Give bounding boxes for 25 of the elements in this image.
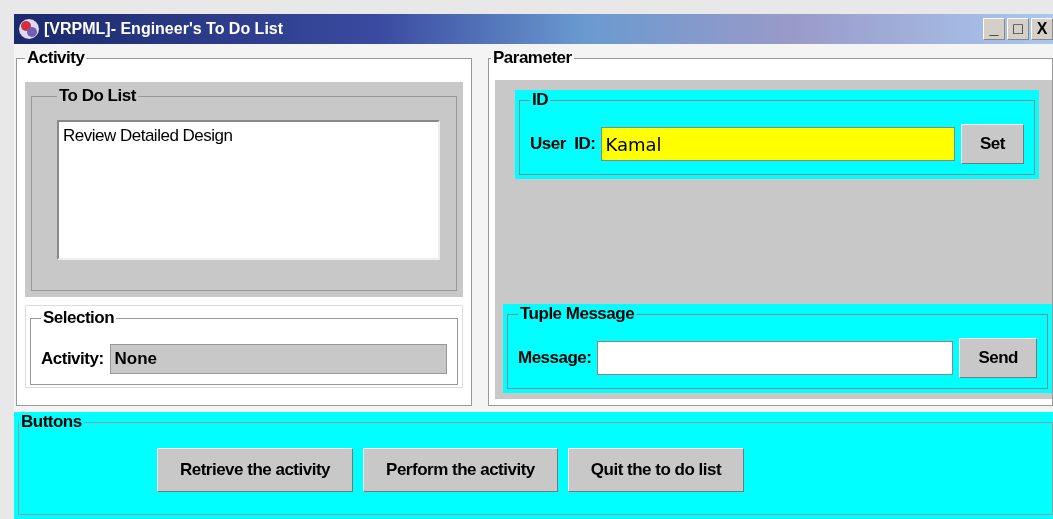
send-button[interactable]: Send xyxy=(959,338,1037,378)
action-button[interactable]: Perform the activity xyxy=(363,448,558,492)
panel-title: Selection xyxy=(42,308,116,328)
field-label: User ID: xyxy=(530,134,596,154)
action-button[interactable]: Quit the to do list xyxy=(567,448,745,492)
list-item[interactable]: Review Detailed Design xyxy=(63,126,434,146)
app-icon xyxy=(18,18,40,40)
action-button[interactable]: Retrieve the activity xyxy=(156,448,354,492)
minimize-button[interactable]: _ xyxy=(983,18,1005,40)
window-title: [VRPML]- Engineer's To Do List xyxy=(44,20,284,38)
panel-title: Activity xyxy=(26,48,86,68)
user-id-field[interactable]: Kamal xyxy=(601,127,956,161)
message-field[interactable] xyxy=(597,341,954,375)
panel-title: Parameter xyxy=(492,48,573,68)
field-label: Activity: xyxy=(41,349,104,369)
todo-list[interactable]: Review Detailed Design xyxy=(57,120,440,260)
set-button[interactable]: Set xyxy=(961,124,1024,164)
panel-title: ID xyxy=(531,90,549,110)
activity-field: None xyxy=(109,344,447,374)
maximize-button[interactable]: □ xyxy=(1007,18,1029,40)
close-button[interactable]: X xyxy=(1031,18,1053,40)
panel-title: Buttons xyxy=(20,412,83,432)
panel-title: Tuple Message xyxy=(519,304,636,324)
field-label: Message: xyxy=(518,348,592,368)
panel-title: To Do List xyxy=(58,86,138,106)
